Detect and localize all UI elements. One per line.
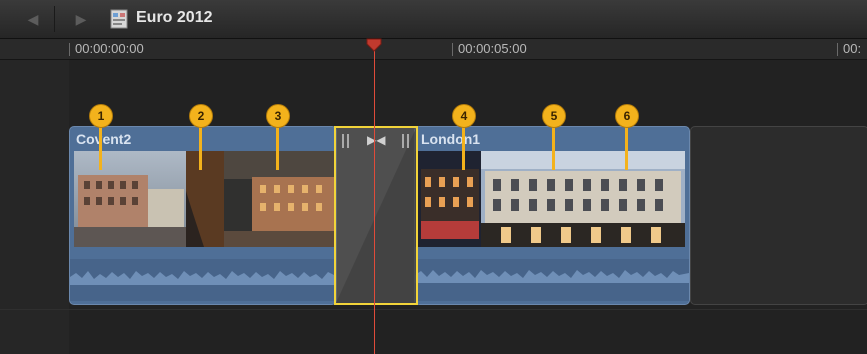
marker-number: 6 — [615, 104, 639, 128]
marker-number: 3 — [266, 104, 290, 128]
marker-3[interactable]: 3 — [266, 104, 290, 170]
back-arrow-icon[interactable]: ◀ — [18, 7, 48, 31]
timeline-ruler[interactable]: 00:00:00:00 00:00:05:00 00: — [0, 39, 867, 60]
project-icon — [110, 9, 128, 29]
marker-4[interactable]: 4 — [452, 104, 476, 170]
transition-diagonal — [336, 128, 416, 303]
ruler-tick — [69, 43, 70, 56]
marker-stem — [276, 124, 279, 170]
timecode-label: 00:00:00:00 — [75, 41, 144, 56]
marker-2[interactable]: 2 — [189, 104, 213, 170]
cross-dissolve-transition[interactable]: ▶◀ — [334, 126, 418, 305]
nav-divider — [54, 6, 55, 32]
marker-stem — [462, 124, 465, 170]
timecode-label: 00:00:05:00 — [458, 41, 527, 56]
project-title: Euro 2012 — [136, 9, 213, 26]
forward-arrow-icon[interactable]: ▶ — [66, 7, 96, 31]
playhead[interactable] — [374, 39, 375, 354]
timeline-header: ◀ ▶ Euro 2012 — [0, 0, 867, 39]
timecode-label: 00: — [843, 41, 862, 56]
marker-stem — [552, 124, 555, 170]
playhead-handle-icon[interactable] — [366, 38, 382, 52]
marker-stem — [625, 124, 628, 170]
audio-waveform — [415, 259, 689, 301]
audio-waveform — [70, 259, 336, 301]
marker-number: 1 — [89, 104, 113, 128]
marker-stem — [199, 124, 202, 170]
ruler-tick — [452, 43, 453, 56]
marker-number: 4 — [452, 104, 476, 128]
transition-bowtie-icon: ▶◀ — [367, 133, 386, 147]
clip-covent2[interactable]: Covent2 — [69, 126, 337, 305]
clip-filmstrip — [74, 151, 336, 247]
marker-1[interactable]: 1 — [89, 104, 113, 170]
marker-number: 5 — [542, 104, 566, 128]
ruler-tick — [837, 43, 838, 56]
marker-number: 2 — [189, 104, 213, 128]
marker-5[interactable]: 5 — [542, 104, 566, 170]
marker-stem — [99, 124, 102, 170]
clip-filmstrip — [415, 151, 685, 247]
marker-6[interactable]: 6 — [615, 104, 639, 170]
empty-clip-slot — [690, 126, 867, 305]
track-divider — [0, 309, 867, 310]
